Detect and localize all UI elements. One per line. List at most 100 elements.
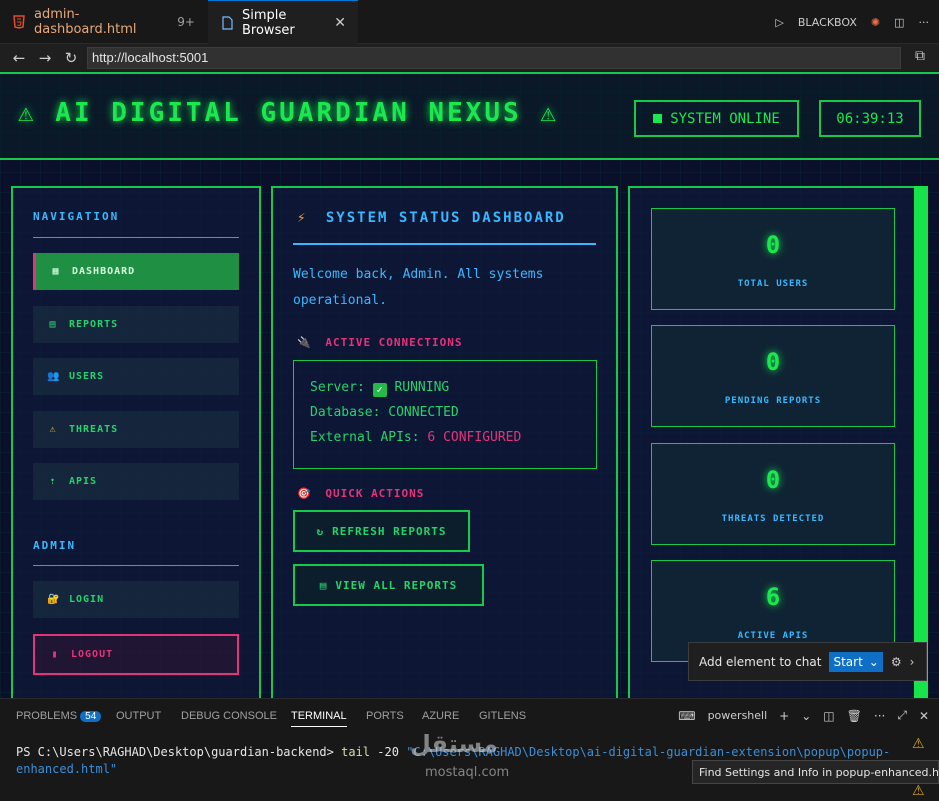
apis-count: 6 (427, 430, 436, 445)
server-label: Server: (310, 380, 365, 395)
tab-problems[interactable]: PROBLEMS 54 (16, 710, 102, 722)
quick-actions-heading: 🎯 QUICK ACTIONS (297, 487, 424, 500)
sidebar-item-users[interactable]: 👥 USERS (33, 358, 239, 395)
apis-suffix: CONFIGURED (443, 430, 522, 445)
system-status-badge: SYSTEM ONLINE (634, 100, 799, 137)
sidebar-item-label: THREATS (69, 424, 119, 435)
reload-icon[interactable]: ↻ (58, 49, 84, 67)
open-external-icon[interactable]: ⧉ (915, 48, 925, 64)
add-element-to-chat-popup: Add element to chat Start ⌄ ⚙ › (688, 642, 927, 681)
start-button[interactable]: Start ⌄ (829, 651, 883, 672)
stat-value: 6 (765, 583, 781, 611)
more-icon[interactable]: ··· (874, 709, 885, 723)
clipboard-icon: ▤ (319, 578, 328, 592)
close-icon[interactable]: ✕ (919, 709, 929, 723)
sidebar-item-label: LOGIN (69, 594, 105, 605)
terminal-command: tail (341, 745, 371, 759)
tab-azure[interactable]: AZURE (422, 710, 459, 722)
stat-label: TOTAL USERS (737, 279, 809, 289)
chevron-down-icon[interactable]: ⌄ (801, 709, 811, 723)
server-value: RUNNING (394, 380, 450, 395)
main-panel: ⚡ SYSTEM STATUS DASHBOARD Welcome back, … (271, 186, 618, 698)
apis-status: External APIs: 6 CONFIGURED (310, 425, 580, 450)
blackbox-button[interactable]: BLACKBOX (798, 16, 857, 29)
forward-arrow-icon[interactable]: → (32, 49, 58, 67)
tab-label: PROBLEMS (16, 710, 78, 722)
quick-actions-heading-text: QUICK ACTIONS (325, 487, 425, 500)
tooltip: Find Settings and Info in popup-enhanced… (692, 760, 939, 784)
sidebar-item-dashboard[interactable]: ▦ DASHBOARD (33, 253, 239, 290)
shell-label[interactable]: powershell (708, 709, 768, 722)
sidebar-item-apis[interactable]: ⇡ APIS (33, 463, 239, 500)
chevron-right-icon[interactable]: › (910, 655, 915, 669)
refresh-reports-button[interactable]: ↻ REFRESH REPORTS (293, 510, 470, 552)
editor-actions: ▷ BLACKBOX ✺ ◫ ··· (775, 0, 929, 44)
lock-icon: 🔐 (47, 594, 61, 605)
database-value: CONNECTED (388, 405, 459, 420)
sidebar-item-label: APIS (69, 476, 98, 487)
panel-tab-bar: PROBLEMS 54 OUTPUT DEBUG CONSOLE TERMINAL… (0, 698, 939, 734)
editor-tab-bar: admin-dashboard.html 9+ Simple Browser ✕… (0, 0, 939, 44)
plus-icon[interactable]: + (779, 709, 789, 723)
divider (33, 565, 239, 566)
door-icon: ▮ (51, 649, 59, 660)
divider (33, 237, 239, 238)
chevron-down-icon[interactable]: ⌄ (869, 655, 879, 669)
watermark-logo: مستقل (410, 730, 498, 758)
trash-icon[interactable]: 🗑 (847, 709, 862, 723)
connections-box: Server: ✓ RUNNING Database: CONNECTED Ex… (293, 360, 597, 469)
tab-admin-dashboard[interactable]: admin-dashboard.html 9+ (0, 0, 207, 44)
modified-count: 9+ (177, 15, 195, 29)
stat-value: 0 (765, 466, 781, 494)
run-icon[interactable]: ▷ (775, 16, 783, 29)
close-icon[interactable]: ✕ (334, 15, 346, 31)
button-label: REFRESH REPORTS (332, 524, 447, 538)
stat-card-pending-reports: 0 PENDING REPORTS (651, 325, 895, 427)
gear-icon[interactable]: ⚙ (891, 655, 902, 669)
maximize-icon[interactable]: ⤢ (897, 708, 907, 723)
tab-label: Simple Browser (242, 7, 295, 38)
popup-label: Add element to chat (699, 654, 822, 669)
status-text: SYSTEM ONLINE (670, 110, 780, 127)
apis-label: External APIs: (310, 430, 420, 445)
tab-gitlens[interactable]: GITLENS (479, 710, 526, 722)
warning-icon[interactable]: ⚠ (912, 783, 925, 799)
sidebar-item-threats[interactable]: ⚠ THREATS (33, 411, 239, 448)
database-label: Database: (310, 405, 381, 420)
more-actions-icon[interactable]: ··· (919, 16, 930, 29)
stat-label: ACTIVE APIS (737, 631, 809, 641)
navigation-heading: NAVIGATION (33, 210, 120, 223)
site-title: ⚠ AI DIGITAL GUARDIAN NEXUS ⚠ (18, 98, 559, 128)
stat-card-total-users: 0 TOTAL USERS (651, 208, 895, 310)
scrollbar[interactable] (914, 186, 928, 698)
split-icon[interactable]: ◫ (823, 709, 834, 723)
sparkle-icon[interactable]: ✺ (871, 16, 880, 29)
sidebar-item-label: REPORTS (69, 319, 119, 330)
browser-address-bar: ← → ↻ http://localhost:5001 ⧉ (0, 44, 939, 72)
sidebar-item-label: DASHBOARD (72, 266, 136, 277)
site-header: ⚠ AI DIGITAL GUARDIAN NEXUS ⚠ SYSTEM ONL… (0, 72, 939, 160)
terminal-prompt: PS C:\Users\RAGHAD\Desktop\guardian-back… (16, 745, 334, 759)
url-input[interactable]: http://localhost:5001 (87, 47, 901, 69)
reports-icon: ▤ (49, 319, 57, 330)
tab-simple-browser[interactable]: Simple Browser ✕ (208, 0, 358, 44)
status-dot-icon (653, 114, 663, 123)
warning-icon[interactable]: ⚠ (912, 736, 925, 752)
tab-label: admin-dashboard.html (34, 7, 137, 37)
divider (293, 243, 596, 245)
target-icon: 🎯 (297, 487, 312, 500)
dashboard-icon: ▦ (52, 266, 60, 277)
view-all-reports-button[interactable]: ▤ VIEW ALL REPORTS (293, 564, 484, 606)
terminal-icon: ⌨ (678, 708, 696, 723)
sidebar-item-reports[interactable]: ▤ REPORTS (33, 306, 239, 343)
tab-terminal[interactable]: TERMINAL (291, 710, 347, 727)
back-arrow-icon[interactable]: ← (6, 49, 32, 67)
sidebar-item-login[interactable]: 🔐 LOGIN (33, 581, 239, 618)
tab-ports[interactable]: PORTS (366, 710, 404, 722)
split-editor-icon[interactable]: ◫ (894, 16, 904, 29)
sidebar-item-logout[interactable]: ▮ LOGOUT (33, 634, 239, 675)
api-icon: ⇡ (49, 476, 57, 487)
stat-card-threats-detected: 0 THREATS DETECTED (651, 443, 895, 545)
tab-output[interactable]: OUTPUT (116, 710, 161, 722)
tab-debug-console[interactable]: DEBUG CONSOLE (181, 710, 277, 722)
